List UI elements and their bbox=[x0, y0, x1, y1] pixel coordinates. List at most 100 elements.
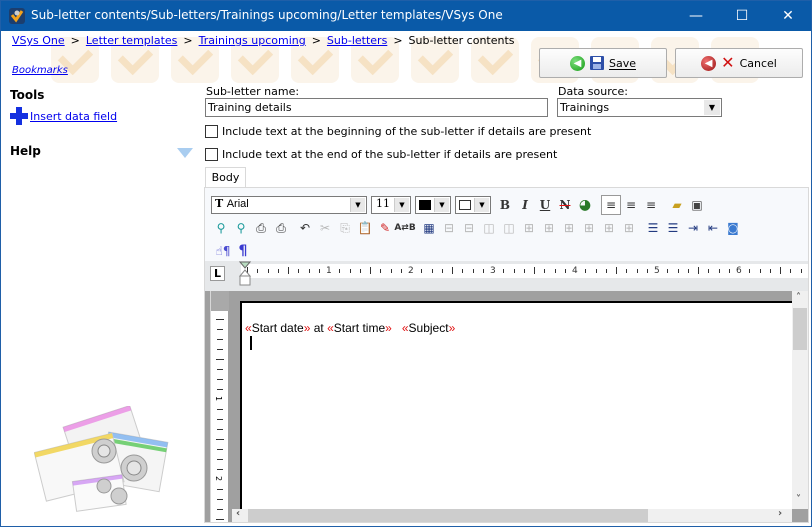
field-subject[interactable]: Subject bbox=[409, 321, 449, 335]
ruler-tick bbox=[400, 269, 402, 273]
scroll-down-icon[interactable]: ˅ bbox=[796, 494, 801, 505]
merge-cells-icon[interactable]: ⊟ bbox=[439, 218, 459, 238]
find-replace-icon[interactable]: A⇄B bbox=[394, 218, 415, 238]
include-begin-checkbox[interactable]: Include text at the beginning of the sub… bbox=[205, 125, 591, 138]
open-folder-icon[interactable]: ▰ bbox=[667, 195, 687, 215]
ruler-tick bbox=[585, 269, 587, 273]
print-icon[interactable]: ⎙ bbox=[251, 218, 271, 238]
document-text[interactable]: «Start date» at «Start time» «Subject» bbox=[245, 321, 455, 335]
cell-borders-outer-icon[interactable]: ⊞ bbox=[559, 218, 579, 238]
zoom-out-icon[interactable]: ⚲ bbox=[211, 218, 231, 238]
sub-letter-name-input[interactable]: Training details bbox=[205, 98, 548, 117]
breadcrumb-link-trainings-upcoming[interactable]: Trainings upcoming bbox=[199, 34, 306, 47]
checkbox-box[interactable] bbox=[205, 125, 218, 138]
insert-table-icon[interactable]: ▦ bbox=[419, 218, 439, 238]
bullet-list-icon[interactable]: ☰ bbox=[643, 218, 663, 238]
breadcrumb-link-vsys-one[interactable]: VSys One bbox=[12, 34, 65, 47]
insert-column-left-icon[interactable]: ◫ bbox=[479, 218, 499, 238]
field-start-date[interactable]: Start date bbox=[252, 321, 304, 335]
save-label: Save bbox=[608, 56, 636, 70]
ruler-tick bbox=[482, 269, 484, 273]
insert-column-right-icon[interactable]: ◫ bbox=[499, 218, 519, 238]
document-area: 12 «Start date» at «Start time» «Subject… bbox=[205, 291, 808, 522]
font-size-select[interactable]: 11 ▼ bbox=[371, 196, 411, 214]
show-formatting-hand-icon[interactable]: ☝¶ bbox=[213, 241, 233, 261]
tab-body[interactable]: Body bbox=[205, 167, 246, 188]
cell-borders-inner-icon[interactable]: ⊞ bbox=[579, 218, 599, 238]
cell-borders-grid-icon[interactable]: ⊞ bbox=[539, 218, 559, 238]
horizontal-scroll-thumb[interactable] bbox=[248, 509, 648, 522]
vertical-scroll-thumb[interactable] bbox=[793, 308, 807, 350]
ruler-tick bbox=[349, 269, 351, 273]
copy-icon[interactable]: ⎘ bbox=[335, 218, 355, 238]
cell-borders-top-icon[interactable]: ⊞ bbox=[619, 218, 639, 238]
font-select[interactable]: T Arial ▼ bbox=[211, 196, 367, 214]
field-start-time[interactable]: Start time bbox=[334, 321, 385, 335]
ruler-tick bbox=[687, 269, 689, 273]
cut-icon[interactable]: ✂ bbox=[315, 218, 335, 238]
save-button[interactable]: ◀ Save bbox=[539, 48, 667, 78]
vertical-scrollbar[interactable]: ˄ ˅ bbox=[792, 291, 808, 509]
vertical-ruler: 12 bbox=[210, 291, 229, 522]
vertical-ruler-tick bbox=[217, 389, 223, 390]
print-preview-icon[interactable]: ⎙ bbox=[271, 218, 291, 238]
align-center-icon[interactable]: ≡ bbox=[621, 195, 641, 215]
decrease-indent-icon[interactable]: ⇤ bbox=[703, 218, 723, 238]
ruler-tick bbox=[462, 269, 464, 273]
underline-icon[interactable]: U bbox=[535, 195, 555, 215]
bookmarks-link[interactable]: Bookmarks bbox=[12, 65, 68, 76]
vertical-ruler-tick bbox=[217, 449, 223, 450]
paste-icon[interactable]: 📋 bbox=[355, 218, 375, 238]
scroll-up-icon[interactable]: ˄ bbox=[796, 292, 801, 303]
include-end-checkbox[interactable]: Include text at the end of the sub-lette… bbox=[205, 148, 557, 161]
vertical-ruler-tick bbox=[217, 339, 223, 340]
bold-icon[interactable]: B bbox=[495, 195, 515, 215]
text-color-select[interactable]: ▼ bbox=[415, 196, 451, 214]
expand-help-icon[interactable] bbox=[177, 148, 193, 158]
close-button[interactable]: ✕ bbox=[765, 1, 811, 31]
indent-marker-icon[interactable] bbox=[239, 261, 251, 287]
preview-document-icon[interactable]: ◙ bbox=[723, 218, 743, 238]
ruler-tick bbox=[503, 269, 505, 273]
cell-borders-all-icon[interactable]: ⊞ bbox=[519, 218, 539, 238]
document-page[interactable]: «Start date» at «Start time» «Subject» bbox=[240, 301, 792, 509]
zoom-in-icon[interactable]: ⚲ bbox=[231, 218, 251, 238]
vertical-ruler-tick bbox=[217, 499, 223, 500]
checkbox-box[interactable] bbox=[205, 148, 218, 161]
tab-stop-selector[interactable]: L bbox=[210, 266, 225, 281]
breadcrumb-link-letter-templates[interactable]: Letter templates bbox=[86, 34, 178, 47]
paragraph-marks-icon[interactable]: ¶ bbox=[233, 241, 253, 261]
ruler-tick bbox=[370, 267, 371, 274]
border-select[interactable]: ▼ bbox=[455, 196, 491, 214]
insert-data-field-link[interactable]: Insert data field bbox=[9, 106, 117, 126]
ruler-strip[interactable]: 1 2 3 4 5 6 bbox=[241, 264, 808, 278]
align-left-icon[interactable]: ≡ bbox=[601, 195, 621, 215]
save-disk-icon[interactable]: ▣ bbox=[687, 195, 707, 215]
data-source-select[interactable]: Trainings ▼ bbox=[557, 98, 722, 117]
insert-data-field-label[interactable]: Insert data field bbox=[30, 110, 117, 123]
field-open-quote: « bbox=[327, 321, 334, 335]
minimize-button[interactable]: — bbox=[673, 1, 719, 31]
undo-icon[interactable]: ↶ bbox=[295, 218, 315, 238]
plus-icon bbox=[9, 106, 29, 126]
cancel-button[interactable]: ◀ ✕ Cancel bbox=[675, 48, 803, 78]
sub-letter-name-label: Sub-letter name: bbox=[206, 85, 300, 98]
italic-icon[interactable]: I bbox=[515, 195, 535, 215]
format-painter-icon[interactable]: ✎ bbox=[375, 218, 395, 238]
format-toolbar: T Arial ▼ 11 ▼ ▼ ▼ B I U N ◕ ≡ ≡ ≡ ▰ ▣ bbox=[205, 194, 808, 216]
vertical-ruler-number: 2 bbox=[214, 475, 224, 482]
maximize-button[interactable]: ☐ bbox=[719, 1, 765, 31]
ruler-tick bbox=[769, 269, 771, 273]
scroll-left-icon[interactable]: ‹ bbox=[236, 508, 240, 519]
cell-borders-none-icon[interactable]: ⊞ bbox=[599, 218, 619, 238]
hyperlink-globe-icon[interactable]: ◕ bbox=[575, 195, 595, 215]
numbered-list-icon[interactable]: ☰ bbox=[663, 218, 683, 238]
increase-indent-icon[interactable]: ⇥ bbox=[683, 218, 703, 238]
scroll-right-icon[interactable]: › bbox=[778, 508, 782, 519]
ruler-tick bbox=[749, 269, 751, 273]
align-right-icon[interactable]: ≡ bbox=[641, 195, 661, 215]
split-cells-icon[interactable]: ⊟ bbox=[459, 218, 479, 238]
strikethrough-icon[interactable]: N bbox=[555, 195, 575, 215]
horizontal-scrollbar[interactable]: ‹ › bbox=[232, 508, 792, 522]
breadcrumb-link-sub-letters[interactable]: Sub-letters bbox=[327, 34, 387, 47]
